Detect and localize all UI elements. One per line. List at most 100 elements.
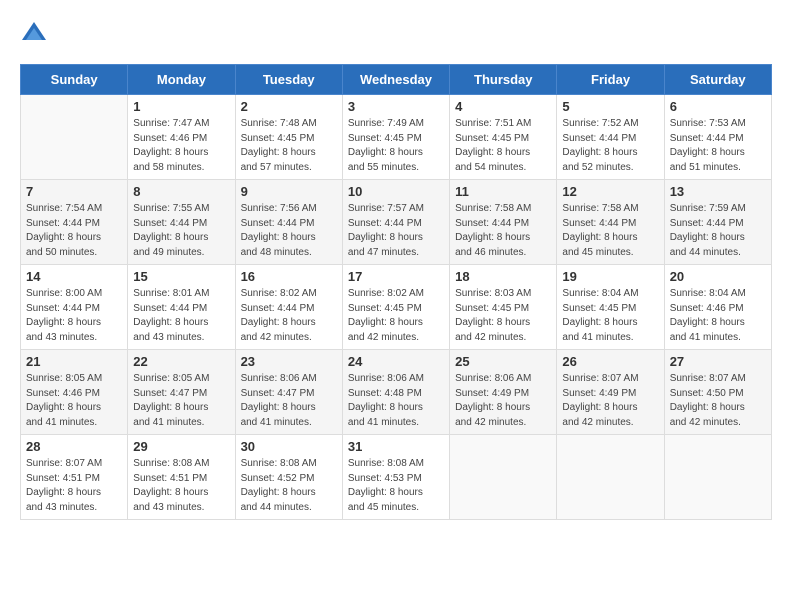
day-info: Sunrise: 8:00 AMSunset: 4:44 PMDaylight:… <box>26 287 122 345</box>
calendar-cell: 20Sunrise: 8:04 AMSunset: 4:46 PMDayligh… <box>664 265 771 350</box>
calendar-cell: 28 Sunrise: 8:07 AMSunset: 4:51 PMDayligh… <box>21 435 128 520</box>
day-info: Sunrise: 7:55 AMSunset: 4:44 PMDaylight:… <box>133 202 229 260</box>
logo <box>20 20 52 48</box>
calendar-cell: 19Sunrise: 8:04 AMSunset: 4:45 PMDayligh… <box>557 265 664 350</box>
day-info: Sunrise: 8:06 AMSunset: 4:48 PMDaylight:… <box>348 372 444 430</box>
calendar-cell: 21 Sunrise: 8:05 AMSunset: 4:46 PMDayligh… <box>21 350 128 435</box>
calendar-cell <box>21 95 128 180</box>
calendar-cell: 13 Sunrise: 7:59 AMSunset: 4:44 PMDayligh… <box>664 180 771 265</box>
calendar-cell: 27 Sunrise: 8:07 AMSunset: 4:50 PMDayligh… <box>664 350 771 435</box>
day-number: 17 <box>348 269 444 284</box>
day-number: 2 <box>241 99 337 114</box>
calendar-cell: 14Sunrise: 8:00 AMSunset: 4:44 PMDayligh… <box>21 265 128 350</box>
day-number: 25 <box>455 354 551 369</box>
calendar-cell: 12 Sunrise: 7:58 AMSunset: 4:44 PMDayligh… <box>557 180 664 265</box>
day-number: 21 <box>26 354 122 369</box>
day-number: 11 <box>455 184 551 199</box>
page-header <box>20 20 772 48</box>
day-number: 22 <box>133 354 229 369</box>
day-number: 23 <box>241 354 337 369</box>
calendar-cell: 8 Sunrise: 7:55 AMSunset: 4:44 PMDaylight… <box>128 180 235 265</box>
dow-header-sunday: Sunday <box>21 65 128 95</box>
day-number: 28 <box>26 439 122 454</box>
day-number: 26 <box>562 354 658 369</box>
calendar-cell: 2 Sunrise: 7:48 AMSunset: 4:45 PMDaylight… <box>235 95 342 180</box>
dow-header-tuesday: Tuesday <box>235 65 342 95</box>
day-info: Sunrise: 7:49 AMSunset: 4:45 PMDaylight:… <box>348 117 444 175</box>
calendar-cell: 23 Sunrise: 8:06 AMSunset: 4:47 PMDayligh… <box>235 350 342 435</box>
dow-header-monday: Monday <box>128 65 235 95</box>
calendar-cell: 18 Sunrise: 8:03 AMSunset: 4:45 PMDayligh… <box>450 265 557 350</box>
day-info: Sunrise: 7:56 AMSunset: 4:44 PMDaylight:… <box>241 202 337 260</box>
calendar-cell: 6Sunrise: 7:53 AMSunset: 4:44 PMDaylight… <box>664 95 771 180</box>
calendar-cell: 11 Sunrise: 7:58 AMSunset: 4:44 PMDayligh… <box>450 180 557 265</box>
calendar-cell: 31 Sunrise: 8:08 AMSunset: 4:53 PMDayligh… <box>342 435 449 520</box>
day-number: 9 <box>241 184 337 199</box>
day-info: Sunrise: 8:06 AMSunset: 4:49 PMDaylight:… <box>455 372 551 430</box>
day-info: Sunrise: 7:54 AMSunset: 4:44 PMDaylight:… <box>26 202 122 260</box>
day-info: Sunrise: 8:08 AMSunset: 4:51 PMDaylight:… <box>133 457 229 515</box>
day-info: Sunrise: 8:07 AMSunset: 4:51 PMDaylight:… <box>26 457 122 515</box>
calendar-table: SundayMondayTuesdayWednesdayThursdayFrid… <box>20 64 772 520</box>
day-number: 13 <box>670 184 766 199</box>
calendar-cell: 3Sunrise: 7:49 AMSunset: 4:45 PMDaylight… <box>342 95 449 180</box>
calendar-cell: 7 Sunrise: 7:54 AMSunset: 4:44 PMDaylight… <box>21 180 128 265</box>
day-number: 16 <box>241 269 337 284</box>
day-number: 15 <box>133 269 229 284</box>
day-info: Sunrise: 7:59 AMSunset: 4:44 PMDaylight:… <box>670 202 766 260</box>
dow-header-wednesday: Wednesday <box>342 65 449 95</box>
day-number: 24 <box>348 354 444 369</box>
day-info: Sunrise: 7:48 AMSunset: 4:45 PMDaylight:… <box>241 117 337 175</box>
day-info: Sunrise: 7:58 AMSunset: 4:44 PMDaylight:… <box>562 202 658 260</box>
calendar-cell: 1Sunrise: 7:47 AMSunset: 4:46 PMDaylight… <box>128 95 235 180</box>
calendar-cell: 25 Sunrise: 8:06 AMSunset: 4:49 PMDayligh… <box>450 350 557 435</box>
day-number: 19 <box>562 269 658 284</box>
day-info: Sunrise: 8:07 AMSunset: 4:50 PMDaylight:… <box>670 372 766 430</box>
day-number: 27 <box>670 354 766 369</box>
calendar-cell: 5Sunrise: 7:52 AMSunset: 4:44 PMDaylight… <box>557 95 664 180</box>
day-info: Sunrise: 7:47 AMSunset: 4:46 PMDaylight:… <box>133 117 229 175</box>
day-info: Sunrise: 8:05 AMSunset: 4:46 PMDaylight:… <box>26 372 122 430</box>
day-info: Sunrise: 8:02 AMSunset: 4:44 PMDaylight:… <box>241 287 337 345</box>
day-number: 29 <box>133 439 229 454</box>
calendar-cell: 15 Sunrise: 8:01 AMSunset: 4:44 PMDayligh… <box>128 265 235 350</box>
day-number: 8 <box>133 184 229 199</box>
dow-header-thursday: Thursday <box>450 65 557 95</box>
calendar-cell: 26 Sunrise: 8:07 AMSunset: 4:49 PMDayligh… <box>557 350 664 435</box>
day-number: 30 <box>241 439 337 454</box>
day-info: Sunrise: 8:03 AMSunset: 4:45 PMDaylight:… <box>455 287 551 345</box>
dow-header-saturday: Saturday <box>664 65 771 95</box>
calendar-cell: 16 Sunrise: 8:02 AMSunset: 4:44 PMDayligh… <box>235 265 342 350</box>
day-info: Sunrise: 7:58 AMSunset: 4:44 PMDaylight:… <box>455 202 551 260</box>
day-number: 10 <box>348 184 444 199</box>
day-number: 7 <box>26 184 122 199</box>
calendar-cell: 29 Sunrise: 8:08 AMSunset: 4:51 PMDayligh… <box>128 435 235 520</box>
day-info: Sunrise: 7:51 AMSunset: 4:45 PMDaylight:… <box>455 117 551 175</box>
logo-icon <box>20 20 48 48</box>
day-info: Sunrise: 8:05 AMSunset: 4:47 PMDaylight:… <box>133 372 229 430</box>
day-info: Sunrise: 7:57 AMSunset: 4:44 PMDaylight:… <box>348 202 444 260</box>
calendar-cell: 10 Sunrise: 7:57 AMSunset: 4:44 PMDayligh… <box>342 180 449 265</box>
calendar-cell: 17 Sunrise: 8:02 AMSunset: 4:45 PMDayligh… <box>342 265 449 350</box>
calendar-cell: 22 Sunrise: 8:05 AMSunset: 4:47 PMDayligh… <box>128 350 235 435</box>
dow-header-friday: Friday <box>557 65 664 95</box>
day-info: Sunrise: 8:08 AMSunset: 4:52 PMDaylight:… <box>241 457 337 515</box>
day-number: 18 <box>455 269 551 284</box>
calendar-cell <box>557 435 664 520</box>
calendar-cell: 9 Sunrise: 7:56 AMSunset: 4:44 PMDaylight… <box>235 180 342 265</box>
day-number: 31 <box>348 439 444 454</box>
day-info: Sunrise: 7:52 AMSunset: 4:44 PMDaylight:… <box>562 117 658 175</box>
calendar-cell <box>664 435 771 520</box>
day-info: Sunrise: 8:06 AMSunset: 4:47 PMDaylight:… <box>241 372 337 430</box>
calendar-cell: 30 Sunrise: 8:08 AMSunset: 4:52 PMDayligh… <box>235 435 342 520</box>
day-info: Sunrise: 8:02 AMSunset: 4:45 PMDaylight:… <box>348 287 444 345</box>
day-info: Sunrise: 8:01 AMSunset: 4:44 PMDaylight:… <box>133 287 229 345</box>
calendar-cell: 24 Sunrise: 8:06 AMSunset: 4:48 PMDayligh… <box>342 350 449 435</box>
day-number: 20 <box>670 269 766 284</box>
day-number: 12 <box>562 184 658 199</box>
day-info: Sunrise: 8:08 AMSunset: 4:53 PMDaylight:… <box>348 457 444 515</box>
calendar-cell: 4Sunrise: 7:51 AMSunset: 4:45 PMDaylight… <box>450 95 557 180</box>
calendar-cell <box>450 435 557 520</box>
day-info: Sunrise: 8:07 AMSunset: 4:49 PMDaylight:… <box>562 372 658 430</box>
day-info: Sunrise: 7:53 AMSunset: 4:44 PMDaylight:… <box>670 117 766 175</box>
